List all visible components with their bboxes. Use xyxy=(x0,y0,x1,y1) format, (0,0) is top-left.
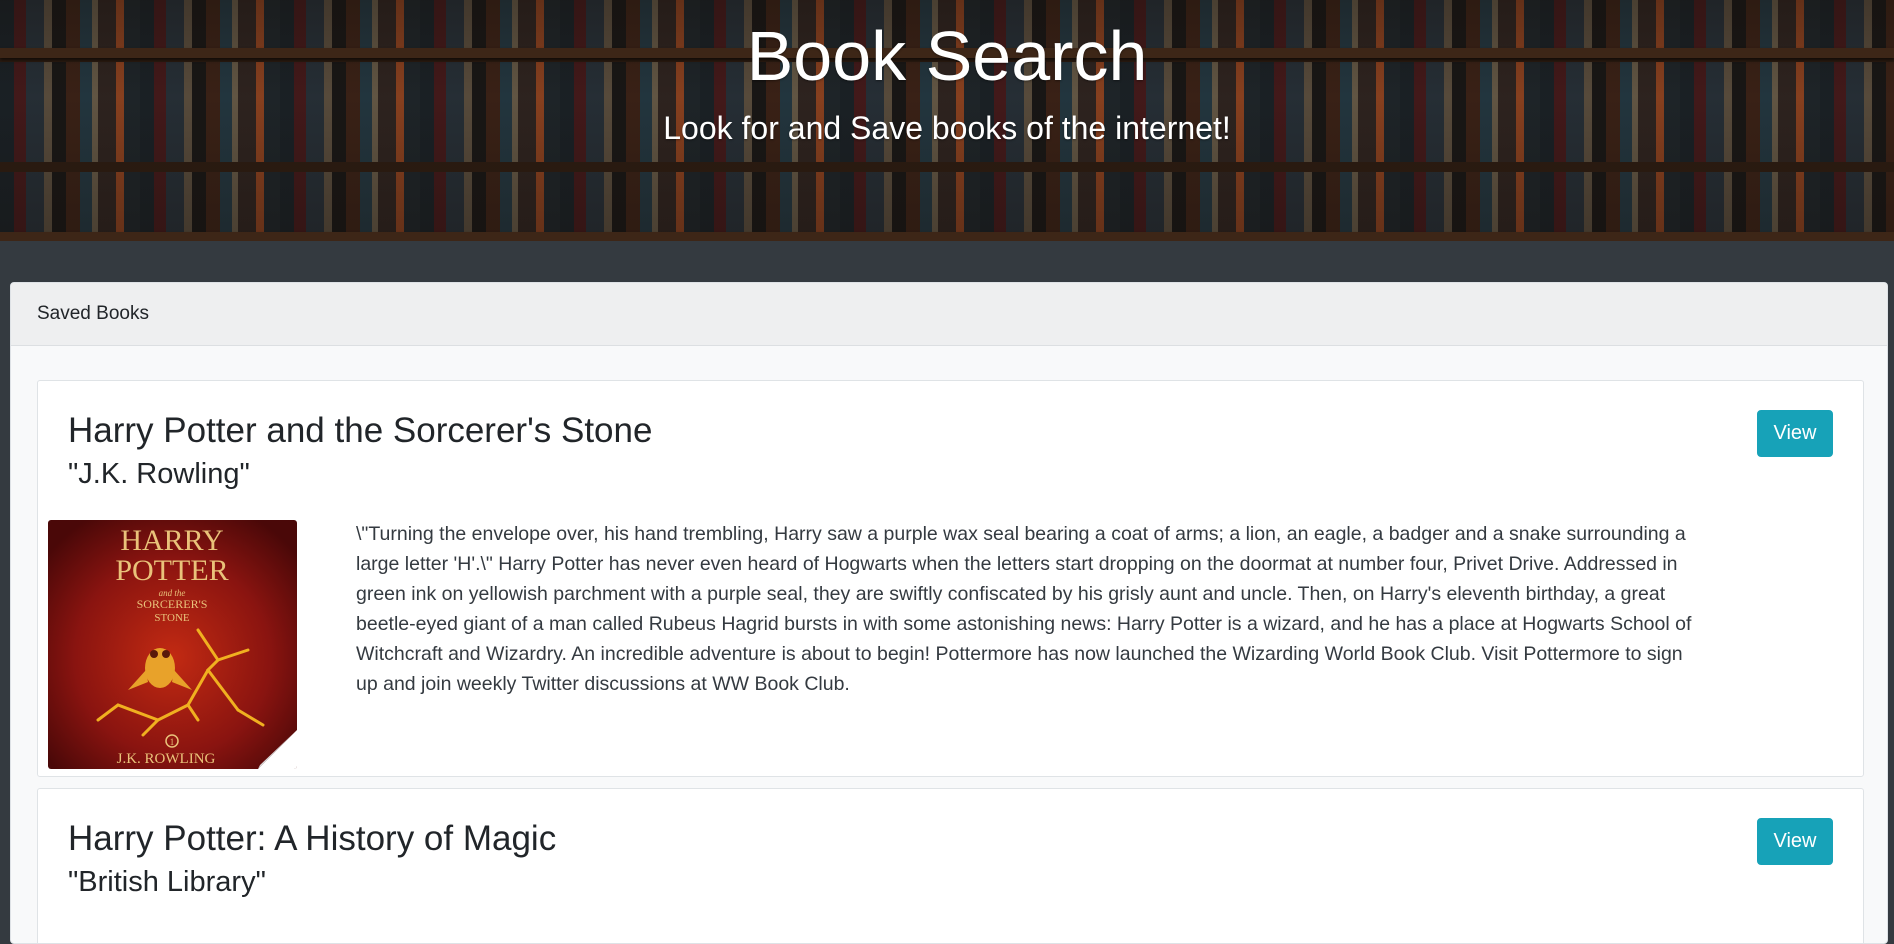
book-author: "J.K. Rowling" xyxy=(68,458,250,490)
book-title: Harry Potter: A History of Magic xyxy=(68,819,557,858)
saved-books-header: Saved Books xyxy=(11,283,1887,346)
book-cover-image: HARRY POTTER and the SORCERER'S STONE 1 … xyxy=(48,520,297,769)
cover-text: 1 xyxy=(170,737,175,747)
book-description: \"Turning the envelope over, his hand tr… xyxy=(356,523,1692,695)
cover-text: STONE xyxy=(154,612,190,624)
view-button[interactable]: View xyxy=(1757,818,1833,865)
shelf-divider xyxy=(0,232,1894,241)
book-card: Harry Potter and the Sorcerer's Stone "J… xyxy=(37,380,1864,777)
cover-text: SORCERER'S xyxy=(137,597,208,611)
book-title: Harry Potter and the Sorcerer's Stone xyxy=(68,411,653,450)
page-title: Book Search xyxy=(746,17,1148,95)
cover-text: HARRY xyxy=(120,524,223,557)
view-button[interactable]: View xyxy=(1757,410,1833,457)
page-subtitle: Look for and Save books of the internet! xyxy=(663,110,1231,146)
saved-books-card: Saved Books Harry Potter and the Sorcere… xyxy=(10,282,1888,944)
cover-text: J.K. ROWLING xyxy=(117,751,216,767)
book-author: "British Library" xyxy=(68,866,266,898)
book-card: Harry Potter: A History of Magic "Britis… xyxy=(37,788,1864,943)
cover-text: POTTER xyxy=(115,554,228,587)
hero-banner: Book Search Look for and Save books of t… xyxy=(0,0,1894,241)
